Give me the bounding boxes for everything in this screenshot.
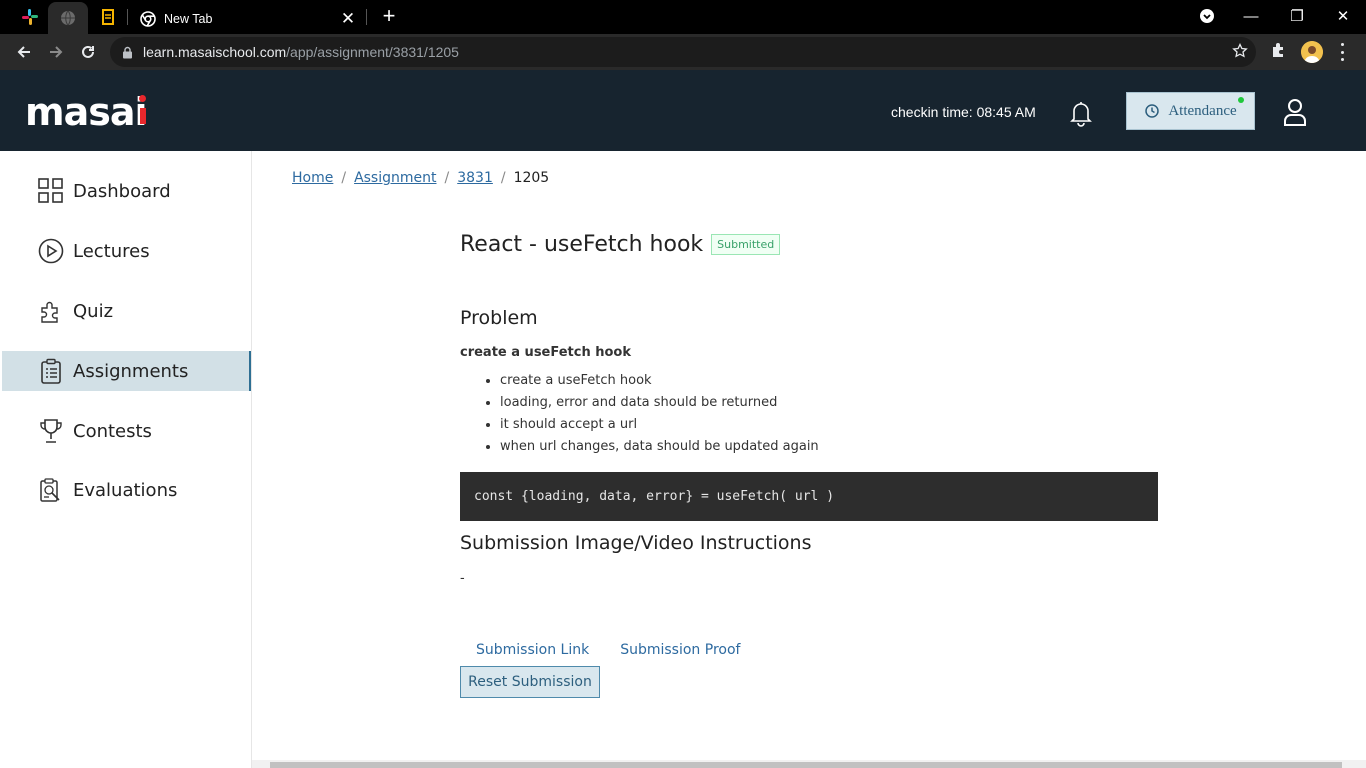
sidebar-item-label: Evaluations — [73, 479, 178, 501]
list-item: when url changes, data should be updated… — [500, 438, 819, 460]
checkin-time: checkin time: 08:45 AM — [891, 104, 1036, 120]
sidebar-item-label: Dashboard — [73, 180, 171, 202]
browser-menu-icon[interactable] — [1336, 43, 1348, 61]
problem-bullet-list: create a useFetch hook loading, error an… — [500, 372, 819, 460]
sidebar-item-label: Quiz — [73, 300, 114, 322]
problem-heading: Problem — [460, 307, 538, 329]
chrome-icon — [140, 10, 156, 27]
pinned-tab-globe[interactable] — [48, 2, 88, 34]
tab-search-icon[interactable] — [1184, 2, 1230, 30]
instructions-heading: Submission Image/Video Instructions — [460, 532, 812, 554]
breadcrumb-home[interactable]: Home — [292, 170, 333, 186]
code-block: const {loading, data, error} = useFetch(… — [460, 472, 1158, 521]
sidebar-item-label: Contests — [73, 420, 152, 442]
reload-button[interactable] — [74, 38, 102, 66]
breadcrumb: Home / Assignment / 3831 / 1205 — [292, 170, 549, 186]
url-path: /app/assignment/3831/1205 — [286, 44, 459, 60]
forward-button[interactable] — [42, 38, 70, 66]
scrollbar-thumb[interactable] — [270, 762, 1342, 768]
grid-icon — [38, 178, 64, 204]
sidebar-item-contests[interactable]: Contests — [2, 411, 251, 451]
breadcrumb-assignment[interactable]: Assignment — [354, 170, 436, 186]
new-tab-button[interactable]: + — [377, 4, 401, 28]
sidebar-item-evaluations[interactable]: Evaluations — [2, 470, 251, 510]
submission-tabs: Submission Link Submission Proof — [476, 642, 740, 658]
url-text: learn.masaischool.com/app/assignment/383… — [143, 44, 459, 60]
maximize-button[interactable]: ❐ — [1274, 2, 1320, 30]
logo-accent — [139, 108, 146, 124]
sidebar-item-label: Lectures — [73, 240, 150, 262]
list-item: loading, error and data should be return… — [500, 394, 819, 416]
sidebar: Dashboard Lectures Quiz Assignments Cont… — [0, 151, 252, 768]
attendance-button[interactable]: Attendance — [1126, 92, 1255, 130]
attendance-status-dot — [1238, 97, 1244, 103]
sidebar-item-assignments[interactable]: Assignments — [2, 351, 251, 391]
forward-arrow-icon — [50, 46, 63, 58]
lock-icon — [123, 46, 132, 58]
tab-submission-link[interactable]: Submission Link — [476, 642, 589, 658]
back-arrow-icon — [17, 46, 30, 58]
reset-submission-button[interactable]: Reset Submission — [460, 666, 600, 698]
assignment-header: React - useFetch hook Submitted — [460, 232, 781, 257]
address-bar[interactable]: learn.masaischool.com/app/assignment/383… — [110, 37, 1256, 67]
masai-logo[interactable]: masai — [25, 90, 148, 134]
puzzle-icon — [38, 298, 64, 324]
tab-close-icon[interactable]: ✕ — [338, 9, 358, 29]
instructions-value: - — [460, 569, 465, 585]
breadcrumb-separator: / — [444, 170, 450, 186]
sidebar-item-label: Assignments — [73, 360, 189, 382]
horizontal-scrollbar[interactable] — [252, 760, 1366, 768]
clock-icon — [1145, 104, 1160, 118]
notification-bell-icon[interactable] — [1067, 99, 1095, 132]
tab-separator — [366, 9, 367, 25]
problem-subheading: create a useFetch hook — [460, 345, 632, 360]
breadcrumb-separator: / — [500, 170, 506, 186]
back-button[interactable] — [10, 38, 38, 66]
sidebar-item-lectures[interactable]: Lectures — [2, 231, 251, 271]
clipboard-icon — [38, 358, 64, 384]
logo-text: masai — [25, 90, 148, 134]
list-item: it should accept a url — [500, 416, 819, 438]
user-profile-icon[interactable] — [1283, 98, 1307, 131]
sidebar-item-quiz[interactable]: Quiz — [2, 291, 251, 331]
list-item: create a useFetch hook — [500, 372, 819, 394]
status-badge: Submitted — [711, 234, 781, 255]
minimize-button[interactable]: — — [1228, 2, 1274, 30]
attendance-label: Attendance — [1168, 102, 1237, 119]
tab-submission-proof[interactable]: Submission Proof — [620, 642, 740, 658]
sidebar-item-dashboard[interactable]: Dashboard — [2, 171, 251, 211]
pinned-tab-doc-icon[interactable] — [96, 5, 120, 29]
close-window-button[interactable]: ✕ — [1320, 2, 1366, 30]
tab-title: New Tab — [164, 11, 213, 26]
url-host: learn.masaischool.com — [143, 44, 287, 60]
slack-tab-icon[interactable] — [18, 5, 42, 29]
breadcrumb-assignment-id[interactable]: 3831 — [457, 170, 493, 186]
breadcrumb-separator: / — [341, 170, 347, 186]
logo-dot — [138, 95, 146, 102]
trophy-icon — [38, 418, 64, 444]
reload-icon — [82, 45, 94, 58]
app-header: masai checkin time: 08:45 AM Attendance — [0, 70, 1366, 151]
browser-toolbar: learn.masaischool.com/app/assignment/383… — [0, 34, 1366, 70]
play-circle-icon — [38, 238, 64, 264]
browser-tabstrip: New Tab ✕ + — ❐ ✕ — [0, 0, 1366, 34]
profile-avatar[interactable] — [1301, 41, 1323, 63]
tab-new-tab[interactable]: New Tab ✕ — [128, 3, 366, 34]
page-title: React - useFetch hook — [460, 232, 704, 257]
breadcrumb-current: 1205 — [513, 170, 550, 186]
bookmark-star-icon[interactable] — [1232, 42, 1248, 64]
evaluation-icon — [38, 477, 64, 503]
extensions-icon[interactable] — [1270, 41, 1288, 64]
